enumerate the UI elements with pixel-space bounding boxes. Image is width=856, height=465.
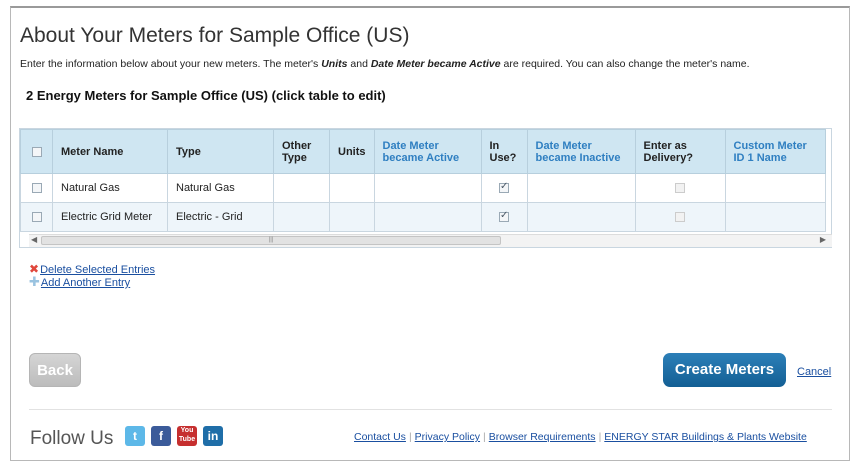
facebook-icon[interactable]: f (151, 426, 171, 446)
units-cell[interactable] (329, 173, 375, 203)
custom-id-cell[interactable] (724, 173, 826, 203)
row-select-cell[interactable] (20, 202, 53, 232)
scroll-left-icon[interactable]: ◀ (31, 235, 37, 244)
row-select-checkbox[interactable] (31, 212, 42, 223)
in-use-checkbox[interactable] (499, 210, 509, 223)
energy-star-website-link[interactable]: ENERGY STAR Buildings & Plants Website (604, 431, 807, 443)
col-other-type: Other Type (273, 129, 330, 174)
create-meters-button[interactable]: Create Meters (663, 353, 786, 387)
meter-name-cell[interactable]: Electric Grid Meter (52, 202, 168, 232)
col-enter-delivery: Enter as Delivery? (634, 129, 726, 174)
intro-text: Enter the information below about your n… (20, 58, 750, 70)
type-cell[interactable]: Natural Gas (167, 173, 274, 203)
date-active-cell[interactable] (373, 173, 482, 203)
scrollbar-thumb[interactable]: ||| (41, 236, 501, 245)
page-title: About Your Meters for Sample Office (US) (20, 24, 410, 47)
add-entry-link[interactable]: Add Another Entry (41, 277, 130, 289)
enter-delivery-cell[interactable] (634, 173, 726, 203)
col-date-active[interactable]: Date Meter became Active (373, 129, 482, 174)
privacy-policy-link[interactable]: Privacy Policy (415, 431, 480, 443)
footer-divider (29, 409, 832, 410)
enter-delivery-cell[interactable] (634, 202, 726, 232)
select-all-checkbox-cell[interactable] (20, 129, 53, 174)
back-button[interactable]: Back (29, 353, 81, 387)
enter-delivery-checkbox[interactable] (675, 183, 685, 194)
in-use-checkbox[interactable] (499, 181, 509, 194)
other-type-cell[interactable] (273, 173, 330, 203)
delete-selected-link[interactable]: Delete Selected Entries (40, 264, 155, 276)
meters-table[interactable]: Meter Name Type Other Type Units Date Me… (20, 129, 826, 232)
col-date-inactive[interactable]: Date Meter became Inactive (526, 129, 636, 174)
browser-requirements-link[interactable]: Browser Requirements (489, 431, 596, 443)
type-cell[interactable]: Electric - Grid (167, 202, 274, 232)
twitter-icon[interactable]: t (125, 426, 145, 446)
col-units: Units (329, 129, 375, 174)
add-plus-icon: ✚ (29, 275, 40, 290)
col-meter-name: Meter Name (52, 129, 168, 174)
row-select-checkbox[interactable] (31, 183, 42, 194)
units-cell[interactable] (329, 202, 375, 232)
col-in-use: In Use? (480, 129, 528, 174)
contact-us-link[interactable]: Contact Us (354, 431, 406, 443)
youtube-icon[interactable]: You Tube (177, 426, 197, 446)
date-inactive-cell[interactable] (526, 173, 636, 203)
horizontal-scrollbar[interactable]: ◀ ||| ▶ (29, 234, 832, 247)
other-type-cell[interactable] (273, 202, 330, 232)
table-actions: ✖Delete Selected Entries ✚Add Another En… (29, 262, 155, 290)
follow-us-label: Follow Us (30, 428, 114, 449)
table-row[interactable]: Natural Gas Natural Gas (20, 173, 826, 203)
scroll-right-icon[interactable]: ▶ (820, 235, 826, 244)
date-active-cell[interactable] (373, 202, 482, 232)
delete-x-icon: ✖ (29, 262, 40, 276)
col-type: Type (167, 129, 274, 174)
date-inactive-cell[interactable] (526, 202, 636, 232)
table-header-row: Meter Name Type Other Type Units Date Me… (20, 129, 826, 174)
linkedin-icon[interactable]: in (203, 426, 223, 446)
meter-name-cell[interactable]: Natural Gas (52, 173, 168, 203)
table-row[interactable]: Electric Grid Meter Electric - Grid (20, 202, 826, 232)
table-subtitle: 2 Energy Meters for Sample Office (US) (… (26, 88, 386, 103)
in-use-cell[interactable] (480, 173, 528, 203)
meters-table-container[interactable]: Meter Name Type Other Type Units Date Me… (19, 128, 832, 248)
cancel-link[interactable]: Cancel (797, 366, 831, 378)
col-custom-id[interactable]: Custom Meter ID 1 Name (724, 129, 826, 174)
select-all-checkbox[interactable] (31, 146, 42, 157)
custom-id-cell[interactable] (724, 202, 826, 232)
row-select-cell[interactable] (20, 173, 53, 203)
in-use-cell[interactable] (480, 202, 528, 232)
enter-delivery-checkbox[interactable] (675, 212, 685, 223)
footer-links: Contact Us | Privacy Policy | Browser Requir… (354, 431, 807, 443)
